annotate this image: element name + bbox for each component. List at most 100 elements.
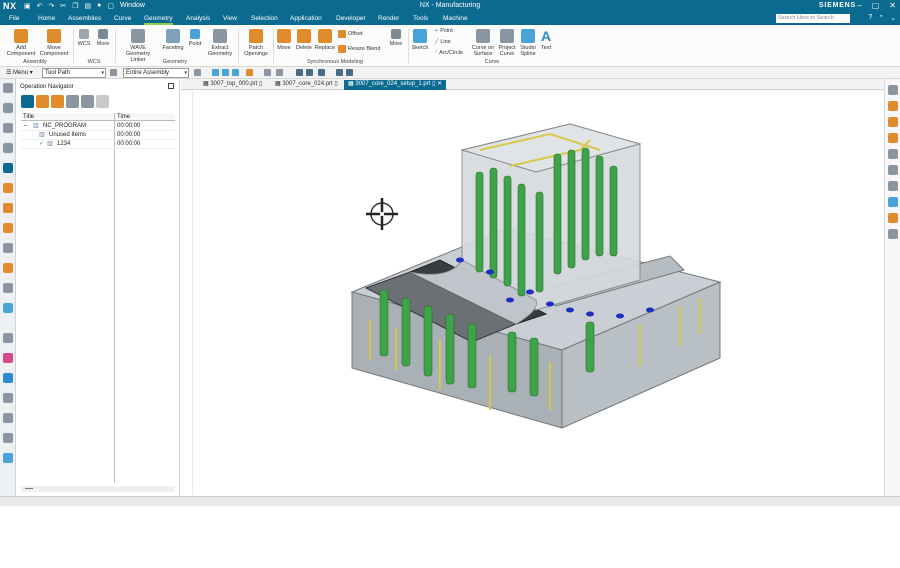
file-tab-core[interactable]: ▦ 3007_core_024.prt ▯ <box>271 80 342 90</box>
text-button[interactable]: A Text <box>538 29 554 51</box>
file-tab-core-setup[interactable]: ▦ 3007_core_024_setup_1.prt ▯ ✕ <box>344 80 447 90</box>
system-scenes-icon[interactable] <box>3 393 13 403</box>
up-arrow-icon[interactable]: ⌃ <box>878 14 884 22</box>
tab-analysis[interactable]: Analysis <box>186 15 210 22</box>
wave-linker-button[interactable]: WAVE Geometry Linker <box>118 29 158 63</box>
rotate-icon[interactable] <box>888 165 898 175</box>
tab-curve[interactable]: Curve <box>114 15 131 22</box>
constraint-navigator-icon[interactable] <box>3 143 13 153</box>
view-cube-icon[interactable] <box>888 85 898 95</box>
curve-on-surface-button[interactable]: Curve on Surface <box>470 29 496 57</box>
orient-icon[interactable] <box>318 69 325 76</box>
display-icon[interactable] <box>296 69 303 76</box>
tab-home[interactable]: Home <box>38 15 55 22</box>
expand-icon[interactable]: ⌄ <box>890 14 896 22</box>
move-component-button[interactable]: Move Component <box>38 29 70 57</box>
orient-view-icon[interactable] <box>888 101 898 111</box>
view-icon[interactable] <box>264 69 271 76</box>
panel-maximize-icon[interactable] <box>168 83 174 89</box>
arc-circle-button[interactable]: ◜ Arc/Circle <box>435 50 463 56</box>
tab-geometry[interactable]: Geometry <box>144 15 173 25</box>
play-icon[interactable] <box>888 181 898 191</box>
faceting-button[interactable]: Faceting <box>160 29 186 51</box>
render-icon[interactable] <box>276 69 283 76</box>
create-operation-icon[interactable] <box>96 95 109 108</box>
process-studio-icon[interactable] <box>3 413 13 423</box>
tab-tools[interactable]: Tools <box>413 15 428 22</box>
line-button[interactable]: ╱ Line <box>435 39 451 45</box>
section-icon[interactable] <box>336 69 343 76</box>
circle-select-icon[interactable] <box>222 69 229 76</box>
tab-selection[interactable]: Selection <box>251 15 278 22</box>
type-filter-select[interactable]: Tool Path ▾ <box>42 68 106 78</box>
create-program-icon[interactable] <box>81 95 94 108</box>
roles-icon[interactable] <box>3 373 13 383</box>
filter-icon[interactable] <box>110 69 117 76</box>
curve-point-button[interactable]: + Point <box>435 28 453 34</box>
minimize-icon[interactable]: – <box>857 1 861 10</box>
replace-button[interactable]: Replace <box>314 29 336 51</box>
info-icon[interactable] <box>3 453 13 463</box>
palette-icon[interactable] <box>3 353 13 363</box>
wcs-button[interactable]: WCS <box>76 29 92 47</box>
reuse-library-icon[interactable] <box>3 263 13 273</box>
manufacturing-wizard-icon[interactable] <box>3 433 13 443</box>
tab-developer[interactable]: Developer <box>336 15 366 22</box>
section-view-icon[interactable] <box>888 213 898 223</box>
tab-machine[interactable]: Machine <box>443 15 468 22</box>
tree-row-nc-program[interactable]: – ▥ NC_PROGRAM 00:00:00 <box>21 122 175 131</box>
horizontal-scrollbar[interactable] <box>21 486 175 492</box>
extract-geometry-button[interactable]: Extract Geometry <box>206 29 234 57</box>
pencil-icon[interactable] <box>346 69 353 76</box>
tab-render[interactable]: Render <box>378 15 399 22</box>
assembly-navigator-icon[interactable] <box>3 123 13 133</box>
file-tab-top[interactable]: ▦ 3007_top_000.prt ▯ <box>199 80 266 90</box>
move-button[interactable]: Move <box>275 29 293 51</box>
tree-row-program-1234[interactable]: ✓ ▥ 1234 00:00:00 <box>21 140 175 149</box>
collapse-icon[interactable]: – <box>24 122 27 131</box>
mold-core-model[interactable] <box>340 110 730 440</box>
point-button[interactable]: Point <box>186 29 204 47</box>
zoom-icon[interactable] <box>888 133 898 143</box>
geometry-view-icon[interactable] <box>51 95 64 108</box>
settings-gear-icon[interactable] <box>3 83 13 93</box>
tab-view[interactable]: View <box>223 15 237 22</box>
tab-assemblies[interactable]: Assemblies <box>68 15 101 22</box>
add-component-button[interactable]: Add Component <box>4 29 38 57</box>
tab-application[interactable]: Application <box>290 15 322 22</box>
geometry-view-icon[interactable] <box>3 243 13 253</box>
program-order-view-icon[interactable] <box>21 95 34 108</box>
offset-button[interactable]: Offset <box>338 30 363 38</box>
select-icon[interactable] <box>212 69 219 76</box>
sketch-button[interactable]: Sketch <box>410 29 430 51</box>
scroll-thumb[interactable] <box>25 488 33 489</box>
move-tool-icon[interactable] <box>246 69 253 76</box>
machine-tool-icon[interactable] <box>3 183 13 193</box>
delete-button[interactable]: Delete <box>294 29 314 51</box>
eye-icon[interactable] <box>888 229 898 239</box>
project-curve-button[interactable]: Project Curve <box>496 29 518 57</box>
web-browser-icon[interactable] <box>3 303 13 313</box>
patch-openings-button[interactable]: Patch Openings <box>241 29 271 57</box>
program-order-icon[interactable] <box>3 203 13 213</box>
layer-icon[interactable] <box>306 69 313 76</box>
operation-navigator-icon[interactable] <box>3 163 13 173</box>
column-title[interactable]: Title <box>21 113 114 121</box>
command-search-input[interactable]: Search Here to Search <box>776 14 850 23</box>
close-icon[interactable]: ✕ <box>889 1 896 10</box>
part-navigator-icon[interactable] <box>3 103 13 113</box>
pan-icon[interactable] <box>888 149 898 159</box>
snap-icon[interactable] <box>194 69 201 76</box>
studio-spline-button[interactable]: Studio Spline <box>518 29 538 57</box>
column-time[interactable]: Time <box>115 113 175 121</box>
hd3d-icon[interactable] <box>3 283 13 293</box>
fit-view-icon[interactable] <box>888 117 898 127</box>
method-view-icon[interactable] <box>66 95 79 108</box>
box-select-icon[interactable] <box>232 69 239 76</box>
resize-blend-button[interactable]: Resize Blend <box>338 45 380 53</box>
display-mode-icon[interactable] <box>888 197 898 207</box>
scope-filter-select[interactable]: Entire Assembly ▾ <box>123 68 189 78</box>
maximize-icon[interactable]: ▢ <box>872 1 880 10</box>
tree-row-unused-items[interactable]: ▥ Unused Items 00:00:00 <box>21 131 175 140</box>
menu-button[interactable]: ☰ Menu ▾ <box>6 69 33 76</box>
